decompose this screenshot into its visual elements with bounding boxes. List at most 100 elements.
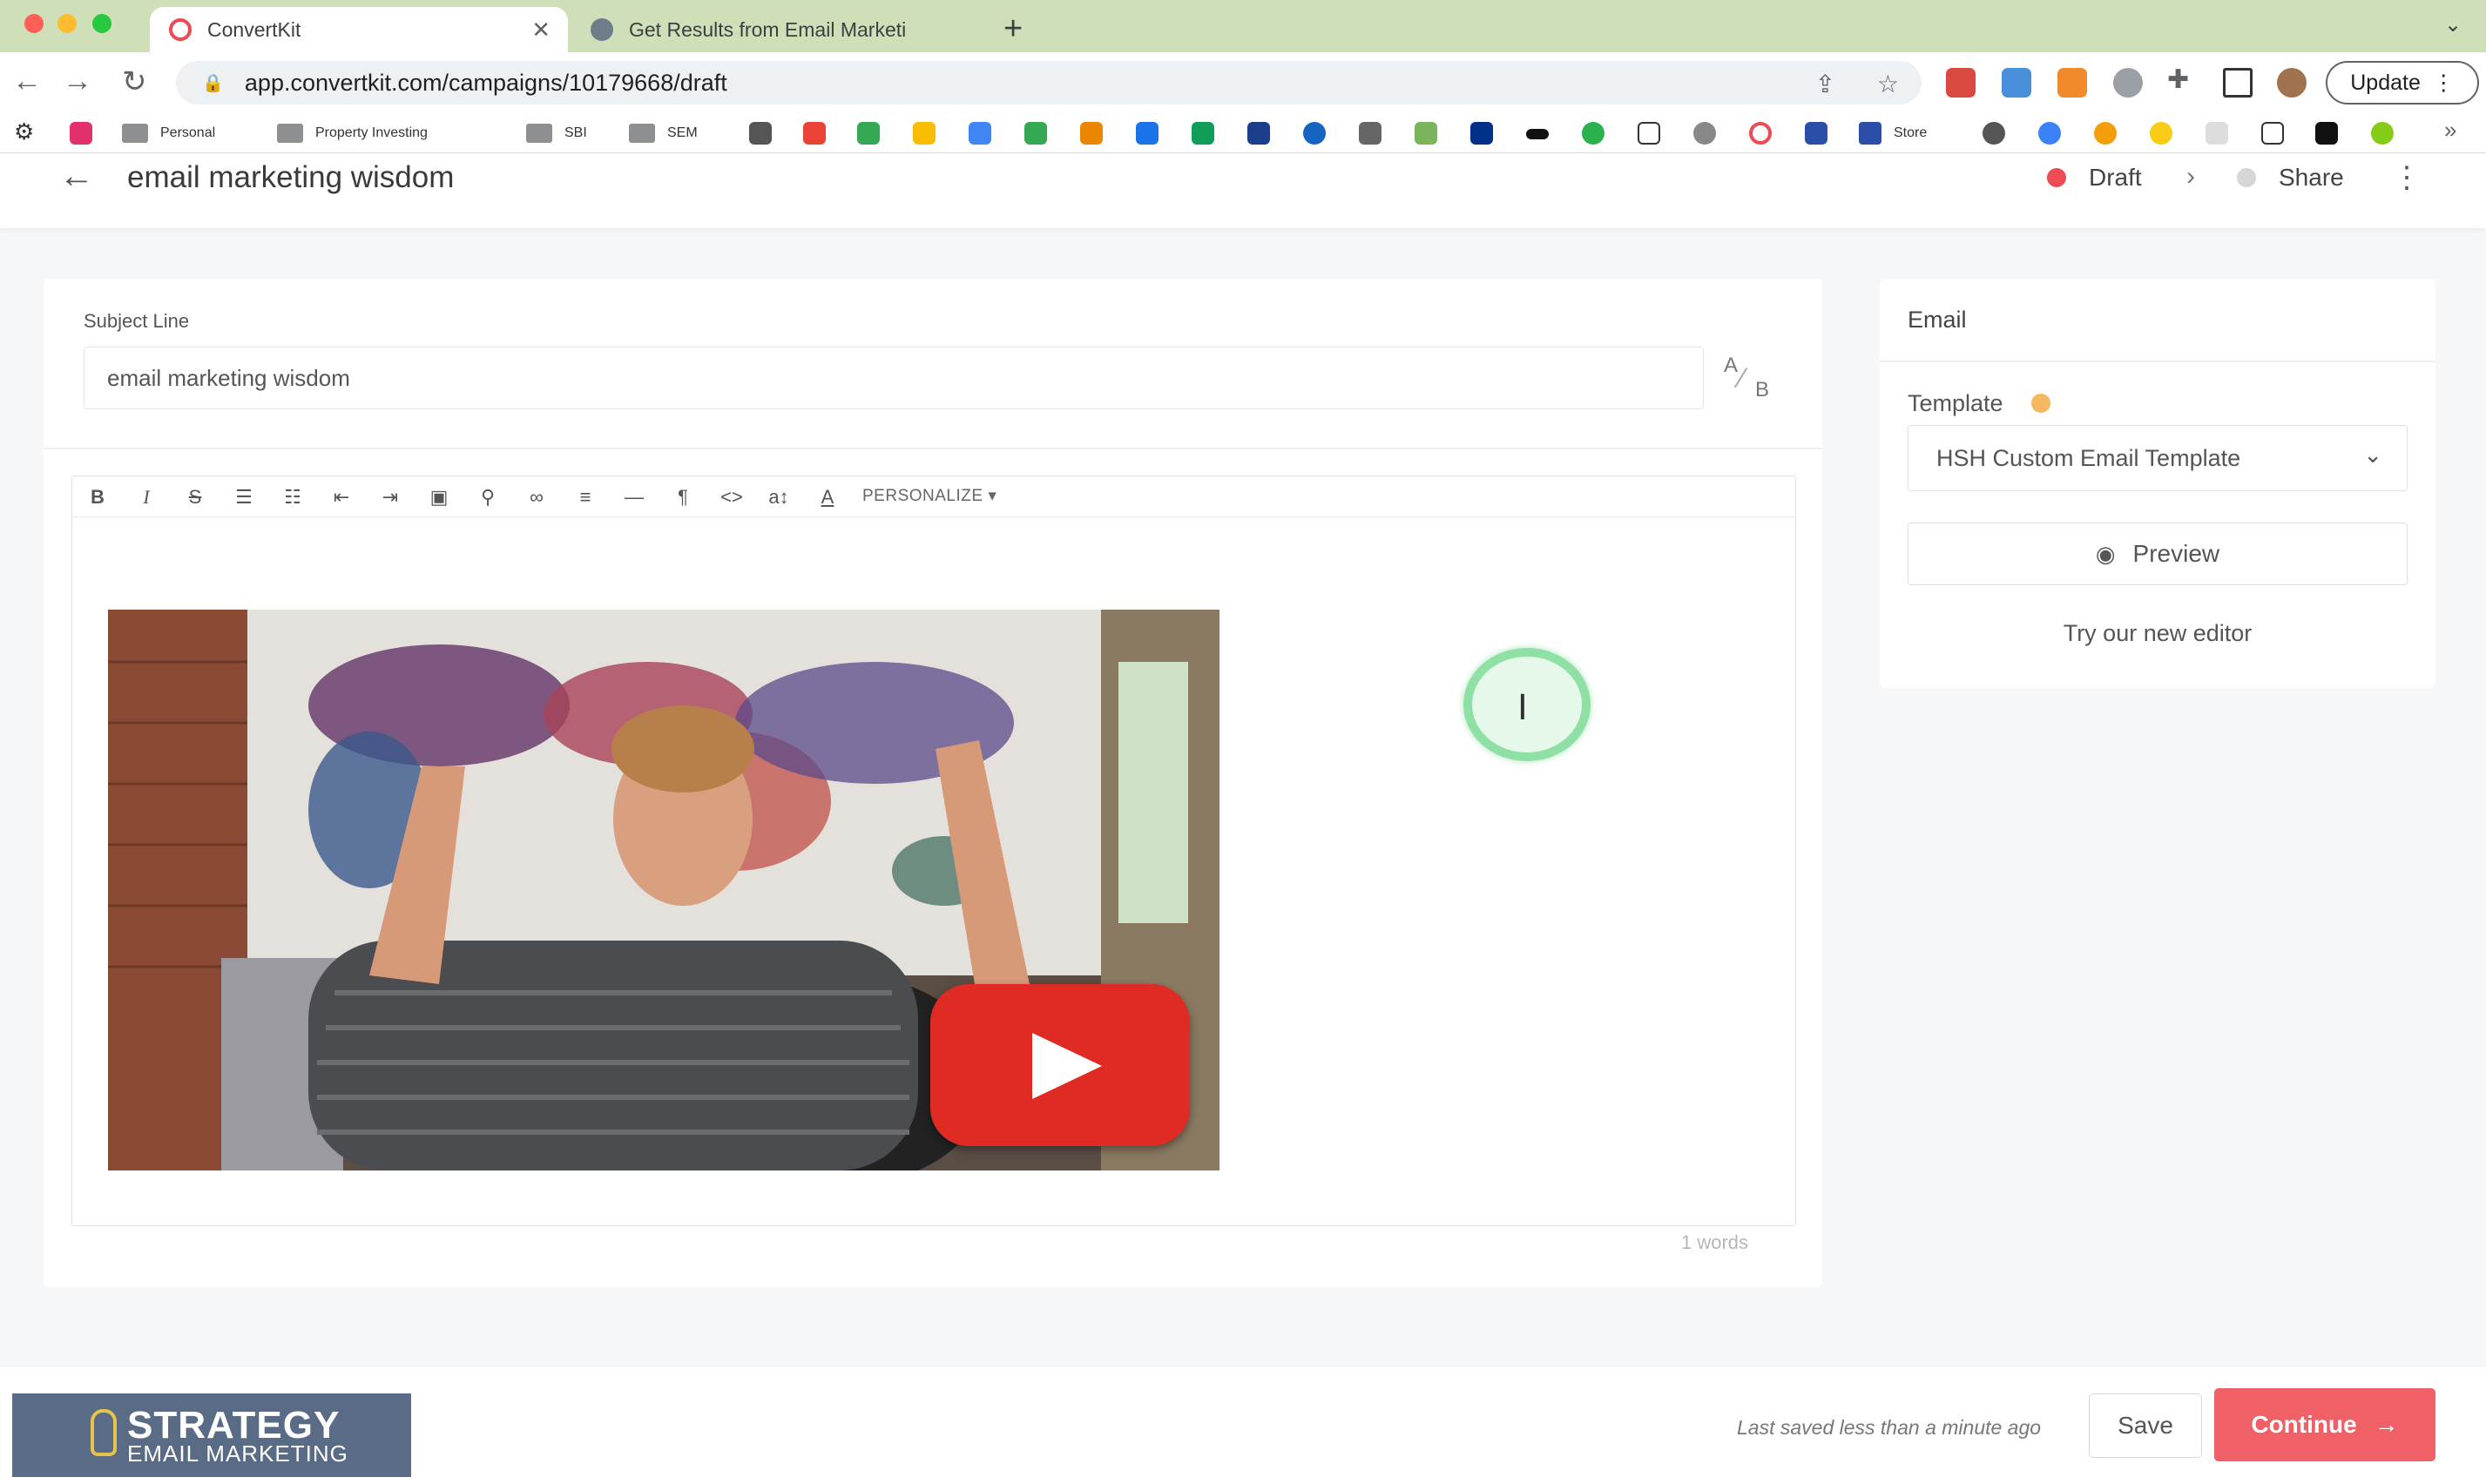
- continue-button[interactable]: Continue →: [2214, 1388, 2435, 1461]
- convertkit-icon[interactable]: [1749, 122, 1772, 145]
- photos-icon[interactable]: [1080, 122, 1103, 145]
- more-bookmarks-icon[interactable]: »: [2444, 117, 2456, 144]
- italic-icon[interactable]: I: [129, 484, 164, 510]
- sidebar-toggle-icon[interactable]: [2223, 68, 2253, 98]
- maps-icon[interactable]: [1024, 122, 1047, 145]
- chat-icon[interactable]: [1192, 122, 1214, 145]
- site-favicon-icon: [591, 18, 613, 41]
- share-icon[interactable]: ⇪: [1815, 71, 1835, 98]
- unlink-icon[interactable]: ∞: [519, 484, 554, 510]
- bookmark-folder-sem[interactable]: SEM: [629, 120, 698, 146]
- text-color-icon[interactable]: A: [810, 484, 845, 510]
- close-tab-icon[interactable]: ✕: [531, 17, 551, 44]
- bookmark-store[interactable]: Store: [1859, 120, 1927, 146]
- text-cursor-icon: I: [1517, 688, 1528, 728]
- extension-icon[interactable]: [2057, 68, 2087, 98]
- gmail-icon[interactable]: [803, 122, 826, 145]
- forward-icon[interactable]: →: [63, 64, 92, 98]
- paypal-icon[interactable]: [1470, 122, 1493, 145]
- chevron-down-icon[interactable]: ⌄: [2444, 12, 2462, 37]
- bookmark-icon[interactable]: [1805, 122, 1827, 145]
- outdent-icon[interactable]: ⇤: [324, 484, 359, 510]
- update-button[interactable]: Update ⋮: [2326, 61, 2479, 105]
- bookmark-icon[interactable]: [1582, 122, 1604, 145]
- status-share[interactable]: Share: [2237, 164, 2344, 192]
- bookmark-icon[interactable]: [70, 122, 92, 145]
- gear-icon[interactable]: ⚙: [14, 118, 34, 145]
- bookmark-icon[interactable]: [2371, 122, 2394, 145]
- image-icon[interactable]: ▣: [422, 484, 456, 510]
- url-text: app.convertkit.com/campaigns/10179668/dr…: [244, 69, 727, 96]
- tab-convertkit[interactable]: ConvertKit ✕: [150, 7, 568, 52]
- horizontal-rule-icon[interactable]: —: [617, 484, 652, 510]
- bookmark-star-icon[interactable]: ☆: [1877, 71, 1899, 98]
- avatar[interactable]: [2277, 68, 2307, 98]
- strikethrough-icon[interactable]: S: [178, 484, 213, 510]
- bookmark-icon[interactable]: [1303, 122, 1326, 145]
- apple-icon[interactable]: [1359, 122, 1381, 145]
- divider: [44, 448, 1822, 449]
- share-status-dot: [2237, 168, 2256, 187]
- bookmark-icon[interactable]: [2206, 122, 2228, 145]
- preview-button[interactable]: ◉ Preview: [1908, 523, 2408, 585]
- back-icon[interactable]: ←: [12, 64, 42, 98]
- folder-icon: [277, 124, 303, 143]
- bookmark-icon[interactable]: [1247, 122, 1270, 145]
- shopify-icon[interactable]: [1415, 122, 1437, 145]
- bold-icon[interactable]: B: [80, 484, 115, 510]
- bookmark-folder-personal[interactable]: Personal: [122, 120, 215, 146]
- extension-icon[interactable]: [2113, 68, 2143, 98]
- status-draft[interactable]: Draft: [2047, 164, 2142, 192]
- subject-line-label: Subject Line: [84, 310, 190, 332]
- bookmark-icon[interactable]: [2094, 122, 2117, 145]
- bookmark-icon[interactable]: [1693, 122, 1716, 145]
- last-saved-status: Last saved less than a minute ago: [1737, 1416, 2042, 1439]
- link-icon[interactable]: ⚲: [470, 484, 505, 510]
- calendar-icon[interactable]: [969, 122, 991, 145]
- personalize-dropdown[interactable]: PERSONALIZE ▾: [862, 486, 996, 506]
- code-icon[interactable]: <>: [714, 484, 749, 510]
- logo-text-email-marketing: EMAIL MARKETING: [127, 1440, 348, 1467]
- ads-icon[interactable]: [1136, 122, 1159, 145]
- emoji-icon[interactable]: [2150, 122, 2172, 145]
- bullet-list-icon[interactable]: ☰: [226, 484, 261, 510]
- address-bar[interactable]: 🔒 app.convertkit.com/campaigns/10179668/…: [176, 61, 1922, 105]
- drive-icon[interactable]: [913, 122, 936, 145]
- folder-icon: [629, 124, 655, 143]
- bookmark-icon[interactable]: [1983, 122, 2005, 145]
- new-tab-icon[interactable]: +: [1003, 10, 1023, 48]
- bookmark-icon[interactable]: [749, 122, 772, 145]
- extension-icon[interactable]: [2002, 68, 2031, 98]
- play-icon: [1032, 1033, 1102, 1099]
- bookmark-icon[interactable]: [1526, 129, 1549, 139]
- try-new-editor-link[interactable]: Try our new editor: [1908, 620, 2408, 647]
- lightbulb-icon: [91, 1409, 117, 1456]
- text-size-icon[interactable]: a↕: [761, 484, 796, 510]
- close-window-icon[interactable]: [24, 14, 44, 33]
- bookmark-icon[interactable]: [2261, 122, 2284, 145]
- reload-icon[interactable]: ↻: [122, 64, 147, 99]
- indent-icon[interactable]: ⇥: [373, 484, 408, 510]
- subject-line-input[interactable]: [84, 347, 1704, 409]
- back-arrow-icon[interactable]: ←: [59, 157, 94, 196]
- bookmark-folder-property-investing[interactable]: Property Investing: [277, 120, 428, 146]
- bookmark-folder-sbi[interactable]: SBI: [526, 120, 587, 146]
- bookmark-icon[interactable]: [2038, 122, 2061, 145]
- tab-email-marketing[interactable]: Get Results from Email Marketi: [571, 7, 981, 52]
- puzzle-icon[interactable]: ✚: [2167, 64, 2189, 95]
- bookmark-icon[interactable]: [2315, 122, 2338, 145]
- extension-icon[interactable]: [1946, 68, 1976, 98]
- template-select[interactable]: HSH Custom Email Template ⌄: [1908, 425, 2408, 491]
- more-options-icon[interactable]: ⋮: [2392, 160, 2422, 195]
- align-icon[interactable]: ≡: [568, 484, 603, 510]
- ab-test-button[interactable]: A ⁄ B: [1720, 354, 1774, 409]
- maximize-window-icon[interactable]: [92, 14, 111, 33]
- phone-icon[interactable]: [857, 122, 880, 145]
- save-button[interactable]: Save: [2089, 1393, 2202, 1458]
- numbered-list-icon[interactable]: ☷: [275, 484, 310, 510]
- omnibox-actions: ⇪ ☆: [1780, 70, 1899, 98]
- paragraph-icon[interactable]: ¶: [665, 484, 700, 510]
- minimize-window-icon[interactable]: [57, 14, 77, 33]
- amazon-icon[interactable]: [1638, 122, 1660, 145]
- draft-status-dot: [2047, 168, 2066, 187]
